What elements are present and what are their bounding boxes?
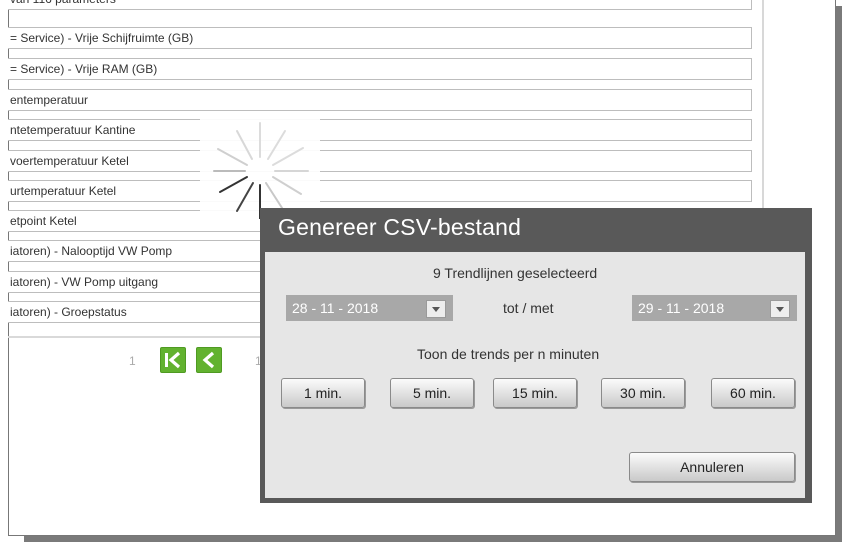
prev-page-icon[interactable] <box>196 347 222 373</box>
to-date-value: 29 - 11 - 2018 <box>638 300 725 316</box>
interval-15-min-button[interactable]: 15 min. <box>493 378 577 408</box>
window-shadow-right <box>836 6 842 542</box>
to-date-select[interactable]: 29 - 11 - 2018 <box>632 295 797 321</box>
list-item[interactable]: ntetemperatuur Kantine <box>8 119 752 141</box>
interval-60-min-button[interactable]: 60 min. <box>711 378 795 408</box>
chevron-down-icon[interactable] <box>426 300 446 318</box>
cancel-button[interactable]: Annuleren <box>629 452 795 482</box>
loading-spinner-icon <box>200 111 320 220</box>
from-date-value: 28 - 11 - 2018 <box>292 300 379 316</box>
from-date-select[interactable]: 28 - 11 - 2018 <box>286 295 453 321</box>
dialog-body: 9 Trendlijnen geselecteerd 28 - 11 - 201… <box>265 252 805 498</box>
csv-dialog: Genereer CSV-bestand 9 Trendlijnen gesel… <box>260 208 812 503</box>
interval-1-min-button[interactable]: 1 min. <box>281 378 365 408</box>
page-number[interactable]: 1 <box>129 354 136 368</box>
list-item[interactable]: = Service) - Vrije Schijfruimte (GB) <box>8 27 752 49</box>
list-item[interactable]: voertemperatuur Ketel <box>8 150 752 172</box>
selected-trendlines-text: 9 Trendlijnen geselecteerd <box>433 265 598 281</box>
first-page-icon[interactable] <box>160 347 186 373</box>
interval-5-min-button[interactable]: 5 min. <box>390 378 474 408</box>
to-label: tot / met <box>503 300 554 316</box>
chevron-down-icon[interactable] <box>770 300 790 318</box>
list-item[interactable]: van 116 parameters <box>8 0 752 10</box>
window-shadow-bottom <box>24 536 842 542</box>
interval-30-min-button[interactable]: 30 min. <box>601 378 685 408</box>
interval-label: Toon de trends per n minuten <box>417 346 600 362</box>
list-item[interactable]: entemperatuur <box>8 89 752 111</box>
list-item[interactable]: urtemperatuur Ketel <box>8 180 752 202</box>
dialog-title: Genereer CSV-bestand <box>278 214 522 240</box>
list-item[interactable]: = Service) - Vrije RAM (GB) <box>8 58 752 80</box>
